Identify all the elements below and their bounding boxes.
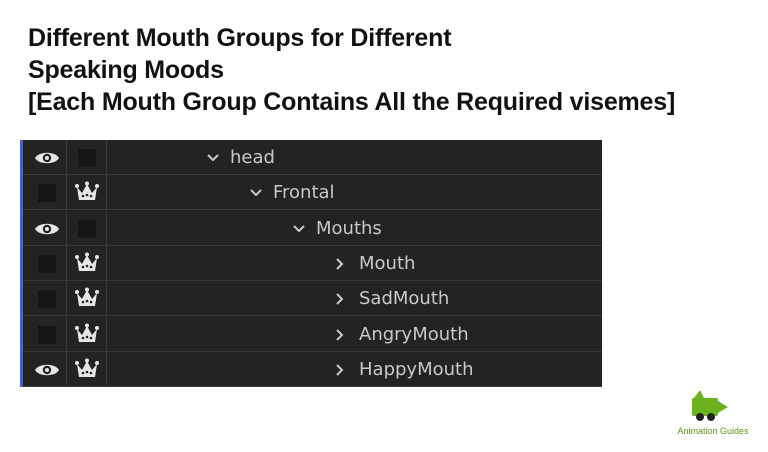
- title-line-1: Different Mouth Groups for Different: [28, 24, 452, 52]
- layers-panel: head Frontal Mouths Mouth SadMouth AngryMouth…: [20, 140, 602, 387]
- layer-label: Frontal: [273, 182, 335, 204]
- visibility-toggle[interactable]: [23, 245, 67, 280]
- title-line-2: Speaking Moods: [28, 56, 224, 84]
- crown-icon[interactable]: [75, 323, 99, 345]
- layer-name[interactable]: Mouth: [335, 246, 415, 281]
- lock-toggle[interactable]: [67, 245, 107, 280]
- visibility-off-box[interactable]: [38, 184, 56, 203]
- crown-icon[interactable]: [75, 358, 99, 380]
- lock-off-box[interactable]: [78, 149, 96, 167]
- layer-row[interactable]: HappyMouth: [23, 351, 602, 387]
- lock-toggle[interactable]: [67, 175, 107, 210]
- crown-icon[interactable]: [75, 287, 99, 309]
- chevron-down-icon[interactable]: [206, 153, 220, 163]
- chevron-down-icon[interactable]: [292, 224, 306, 234]
- page-title: Different Mouth Groups for Different Spe…: [28, 22, 748, 118]
- title-line-3: [Each Mouth Group Contains All the Requi…: [28, 88, 676, 116]
- visibility-toggle[interactable]: [23, 175, 67, 210]
- visibility-off-box[interactable]: [38, 254, 56, 273]
- layer-name[interactable]: Frontal: [249, 175, 335, 210]
- layer-label: Mouths: [316, 217, 382, 239]
- lock-toggle[interactable]: [67, 351, 107, 386]
- eye-icon[interactable]: [34, 221, 60, 237]
- visibility-toggle[interactable]: [23, 210, 67, 245]
- chevron-right-icon[interactable]: [335, 257, 345, 271]
- visibility-toggle[interactable]: [23, 281, 67, 316]
- chevron-right-icon[interactable]: [335, 292, 345, 306]
- layer-row[interactable]: Mouth: [23, 245, 602, 281]
- layer-row[interactable]: AngryMouth: [23, 316, 602, 352]
- chevron-right-icon[interactable]: [335, 363, 345, 377]
- eye-icon[interactable]: [34, 150, 60, 166]
- animation-guides-logo: Animation Guides: [668, 386, 758, 446]
- layer-row[interactable]: head: [23, 140, 602, 175]
- layer-name[interactable]: SadMouth: [335, 281, 449, 316]
- layer-label: head: [230, 147, 275, 168]
- layer-name[interactable]: Mouths: [292, 211, 382, 246]
- visibility-off-box[interactable]: [38, 325, 56, 344]
- layer-label: SadMouth: [359, 288, 450, 310]
- layer-row[interactable]: Mouths: [23, 210, 602, 246]
- layer-label: HappyMouth: [359, 358, 474, 380]
- layer-row[interactable]: Frontal: [23, 175, 602, 211]
- layer-name[interactable]: head: [206, 140, 275, 175]
- chevron-down-icon[interactable]: [249, 188, 263, 198]
- crown-icon[interactable]: [75, 252, 99, 274]
- visibility-off-box[interactable]: [38, 290, 56, 309]
- lock-toggle[interactable]: [67, 210, 107, 245]
- lock-off-box[interactable]: [78, 219, 96, 238]
- visibility-toggle[interactable]: [23, 351, 67, 386]
- logo-icon: [692, 390, 728, 421]
- layer-row[interactable]: SadMouth: [23, 281, 602, 317]
- eye-icon[interactable]: [34, 362, 60, 378]
- crown-icon[interactable]: [75, 181, 99, 203]
- layer-label: Mouth: [359, 252, 416, 274]
- visibility-toggle[interactable]: [23, 140, 67, 174]
- layer-name[interactable]: HappyMouth: [335, 352, 474, 387]
- layer-name[interactable]: AngryMouth: [335, 317, 469, 352]
- lock-toggle[interactable]: [67, 316, 107, 351]
- lock-toggle[interactable]: [67, 140, 107, 174]
- logo-text: Animation Guides: [677, 426, 749, 436]
- layer-label: AngryMouth: [359, 323, 469, 345]
- visibility-toggle[interactable]: [23, 316, 67, 351]
- chevron-right-icon[interactable]: [335, 328, 345, 342]
- lock-toggle[interactable]: [67, 281, 107, 316]
